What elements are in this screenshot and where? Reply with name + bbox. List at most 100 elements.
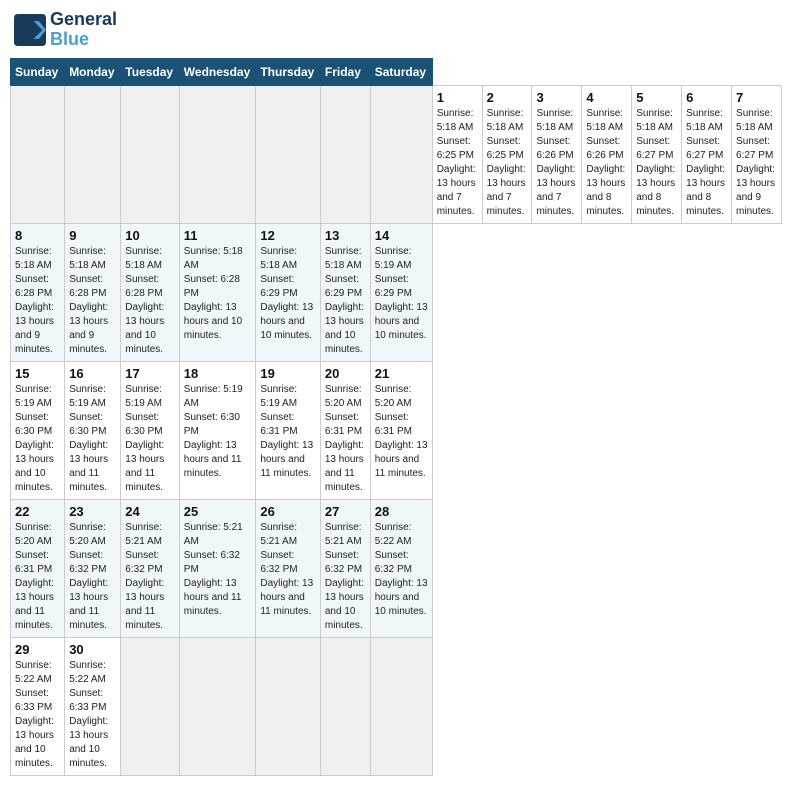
calendar-cell: 19Sunrise: 5:19 AMSunset: 6:31 PMDayligh… xyxy=(256,361,321,499)
calendar-cell: 9 Sunrise: 5:18 AMSunset: 6:28 PMDaylight… xyxy=(65,223,121,361)
day-info: Sunrise: 5:21 AMSunset: 6:32 PMDaylight:… xyxy=(184,521,252,619)
day-info: Sunrise: 5:20 AMSunset: 6:31 PMDaylight:… xyxy=(375,383,428,481)
day-info: Sunrise: 5:19 AMSunset: 6:30 PMDaylight:… xyxy=(15,383,60,495)
calendar-cell: 23Sunrise: 5:20 AMSunset: 6:32 PMDayligh… xyxy=(65,499,121,637)
day-number: 17 xyxy=(125,366,174,381)
calendar-cell: 26Sunrise: 5:21 AMSunset: 6:32 PMDayligh… xyxy=(256,499,321,637)
day-info: Sunrise: 5:22 AMSunset: 6:33 PMDaylight:… xyxy=(69,659,116,771)
calendar-week-row: 15 Sunrise: 5:19 AMSunset: 6:30 PMDayligh… xyxy=(11,361,782,499)
calendar-cell: 29 Sunrise: 5:22 AMSunset: 6:33 PMDayligh… xyxy=(11,637,65,775)
day-number: 16 xyxy=(69,366,116,381)
calendar-cell: 13 Sunrise: 5:18 AMSunset: 6:29 PMDayligh… xyxy=(320,223,370,361)
day-number: 20 xyxy=(325,366,366,381)
day-number: 13 xyxy=(325,228,366,243)
calendar-cell: 10 Sunrise: 5:18 AMSunset: 6:28 PMDayligh… xyxy=(121,223,179,361)
day-number: 12 xyxy=(260,228,316,243)
day-number: 18 xyxy=(184,366,252,381)
day-info: Sunrise: 5:18 AMSunset: 6:28 PMDaylight:… xyxy=(125,245,174,357)
calendar-cell: 16 Sunrise: 5:19 AMSunset: 6:30 PMDayligh… xyxy=(65,361,121,499)
weekday-header-saturday: Saturday xyxy=(370,58,432,85)
calendar-cell xyxy=(320,85,370,223)
calendar-cell xyxy=(65,85,121,223)
day-number: 9 xyxy=(69,228,116,243)
day-info: Sunrise: 5:18 AMSunset: 6:25 PMDaylight:… xyxy=(487,107,528,219)
day-info: Sunrise: 5:18 AMSunset: 6:27 PMDaylight:… xyxy=(636,107,677,219)
day-number: 29 xyxy=(15,642,60,657)
day-number: 5 xyxy=(636,90,677,105)
day-number: 10 xyxy=(125,228,174,243)
day-info: Sunrise: 5:18 AMSunset: 6:28 PMDaylight:… xyxy=(184,245,252,343)
calendar-cell: 14 Sunrise: 5:19 AMSunset: 6:29 PMDayligh… xyxy=(370,223,432,361)
calendar-week-row: 8 Sunrise: 5:18 AMSunset: 6:28 PMDaylight… xyxy=(11,223,782,361)
day-info: Sunrise: 5:21 AMSunset: 6:32 PMDaylight:… xyxy=(260,521,316,619)
day-info: Sunrise: 5:18 AMSunset: 6:29 PMDaylight:… xyxy=(260,245,316,343)
day-info: Sunrise: 5:20 AMSunset: 6:31 PMDaylight:… xyxy=(15,521,60,633)
calendar-cell: 17 Sunrise: 5:19 AMSunset: 6:30 PMDayligh… xyxy=(121,361,179,499)
calendar-cell: 28Sunrise: 5:22 AMSunset: 6:32 PMDayligh… xyxy=(370,499,432,637)
calendar-cell: 30 Sunrise: 5:22 AMSunset: 6:33 PMDayligh… xyxy=(65,637,121,775)
weekday-header-friday: Friday xyxy=(320,58,370,85)
calendar-cell xyxy=(370,637,432,775)
day-info: Sunrise: 5:18 AMSunset: 6:28 PMDaylight:… xyxy=(69,245,116,357)
day-number: 8 xyxy=(15,228,60,243)
calendar-cell: 5 Sunrise: 5:18 AMSunset: 6:27 PMDaylight… xyxy=(632,85,682,223)
calendar-cell: 2 Sunrise: 5:18 AMSunset: 6:25 PMDaylight… xyxy=(482,85,532,223)
calendar-week-row: 22 Sunrise: 5:20 AMSunset: 6:31 PMDayligh… xyxy=(11,499,782,637)
calendar-cell: 4Sunrise: 5:18 AMSunset: 6:26 PMDaylight… xyxy=(582,85,632,223)
day-number: 30 xyxy=(69,642,116,657)
calendar-cell: 7 Sunrise: 5:18 AMSunset: 6:27 PMDaylight… xyxy=(732,85,782,223)
day-number: 7 xyxy=(736,90,777,105)
day-info: Sunrise: 5:18 AMSunset: 6:27 PMDaylight:… xyxy=(686,107,727,219)
calendar-cell: 18 Sunrise: 5:19 AMSunset: 6:30 PMDayligh… xyxy=(179,361,256,499)
calendar-cell: 24Sunrise: 5:21 AMSunset: 6:32 PMDayligh… xyxy=(121,499,179,637)
calendar-cell: 11 Sunrise: 5:18 AMSunset: 6:28 PMDayligh… xyxy=(179,223,256,361)
day-info: Sunrise: 5:19 AMSunset: 6:31 PMDaylight:… xyxy=(260,383,316,481)
day-info: Sunrise: 5:18 AMSunset: 6:26 PMDaylight:… xyxy=(536,107,577,219)
day-info: Sunrise: 5:19 AMSunset: 6:30 PMDaylight:… xyxy=(184,383,252,481)
day-info: Sunrise: 5:20 AMSunset: 6:31 PMDaylight:… xyxy=(325,383,366,495)
calendar-week-row: 1 Sunrise: 5:18 AMSunset: 6:25 PMDaylight… xyxy=(11,85,782,223)
calendar-cell: 21 Sunrise: 5:20 AMSunset: 6:31 PMDayligh… xyxy=(370,361,432,499)
calendar-cell xyxy=(256,85,321,223)
calendar-cell: 12 Sunrise: 5:18 AMSunset: 6:29 PMDayligh… xyxy=(256,223,321,361)
day-number: 27 xyxy=(325,504,366,519)
day-number: 15 xyxy=(15,366,60,381)
logo: General Blue xyxy=(14,10,117,50)
calendar-cell: 22 Sunrise: 5:20 AMSunset: 6:31 PMDayligh… xyxy=(11,499,65,637)
day-info: Sunrise: 5:18 AMSunset: 6:28 PMDaylight:… xyxy=(15,245,60,357)
day-number: 28 xyxy=(375,504,428,519)
calendar-cell: 20 Sunrise: 5:20 AMSunset: 6:31 PMDayligh… xyxy=(320,361,370,499)
logo-text: General Blue xyxy=(50,10,117,50)
calendar-cell: 6Sunrise: 5:18 AMSunset: 6:27 PMDaylight… xyxy=(682,85,732,223)
weekday-header-sunday: Sunday xyxy=(11,58,65,85)
calendar-cell xyxy=(256,637,321,775)
day-number: 4 xyxy=(586,90,627,105)
calendar-cell: 27Sunrise: 5:21 AMSunset: 6:32 PMDayligh… xyxy=(320,499,370,637)
calendar-cell xyxy=(179,85,256,223)
day-number: 23 xyxy=(69,504,116,519)
day-info: Sunrise: 5:19 AMSunset: 6:30 PMDaylight:… xyxy=(69,383,116,495)
day-number: 25 xyxy=(184,504,252,519)
day-number: 2 xyxy=(487,90,528,105)
day-number: 1 xyxy=(437,90,478,105)
day-info: Sunrise: 5:18 AMSunset: 6:27 PMDaylight:… xyxy=(736,107,777,219)
day-number: 21 xyxy=(375,366,428,381)
day-number: 3 xyxy=(536,90,577,105)
day-info: Sunrise: 5:18 AMSunset: 6:29 PMDaylight:… xyxy=(325,245,366,357)
day-number: 11 xyxy=(184,228,252,243)
calendar-cell: 25 Sunrise: 5:21 AMSunset: 6:32 PMDayligh… xyxy=(179,499,256,637)
day-info: Sunrise: 5:19 AMSunset: 6:29 PMDaylight:… xyxy=(375,245,428,343)
day-number: 14 xyxy=(375,228,428,243)
day-number: 22 xyxy=(15,504,60,519)
calendar-cell xyxy=(121,637,179,775)
weekday-header-wednesday: Wednesday xyxy=(179,58,256,85)
day-info: Sunrise: 5:19 AMSunset: 6:30 PMDaylight:… xyxy=(125,383,174,495)
calendar-cell: 1 Sunrise: 5:18 AMSunset: 6:25 PMDaylight… xyxy=(432,85,482,223)
calendar-cell xyxy=(320,637,370,775)
weekday-header-tuesday: Tuesday xyxy=(121,58,179,85)
calendar-cell xyxy=(11,85,65,223)
calendar-cell xyxy=(121,85,179,223)
calendar-table: SundayMondayTuesdayWednesdayThursdayFrid… xyxy=(10,58,782,776)
day-info: Sunrise: 5:18 AMSunset: 6:25 PMDaylight:… xyxy=(437,107,478,219)
day-info: Sunrise: 5:22 AMSunset: 6:33 PMDaylight:… xyxy=(15,659,60,771)
